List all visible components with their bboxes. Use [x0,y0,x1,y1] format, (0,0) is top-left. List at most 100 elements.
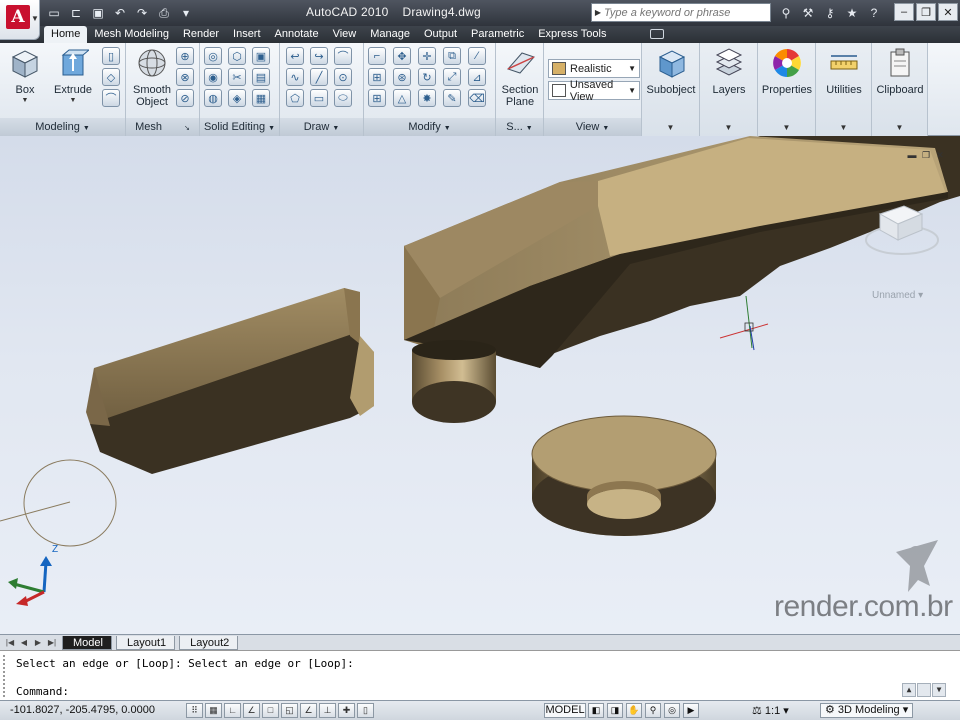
ribbon-minimize-icon[interactable] [650,29,664,39]
thicken-icon[interactable]: ◈ [228,89,246,107]
command-line[interactable]: Select an edge or [Loop]: Select an edge… [0,650,960,700]
panel-utilities[interactable]: Utilities ▼ [816,43,872,136]
tab-annotate[interactable]: Annotate [268,26,326,43]
smooth-object-button[interactable]: Smooth Object [132,47,172,108]
cylinder-solid[interactable] [412,340,496,423]
annotation-scale[interactable]: ⚖ 1:1 ▾ [752,704,789,717]
offset-icon[interactable]: ⧉ [443,47,461,65]
application-menu-button[interactable]: A ▼ [0,0,40,40]
scroll-up-icon[interactable]: ▲ [902,683,916,697]
next-tab-icon[interactable]: ▶ [32,637,44,649]
layout-tab-layout1[interactable]: Layout1 [115,635,176,650]
panel-title-modeling[interactable]: Modeling ▼ [0,118,125,136]
visual-style-dropdown[interactable]: Realistic ▼ [548,59,640,78]
panel-subobject[interactable]: Subobject ▼ [642,43,700,136]
move-icon[interactable]: ✛ [418,47,436,65]
erase-icon[interactable]: ⌫ [468,89,486,107]
model-space-button[interactable]: MODEL [544,703,586,718]
viewport-close-icon[interactable]: ✕ [934,150,946,160]
steering-wheel-icon[interactable]: ◎ [664,703,680,718]
3d-mirror-icon[interactable]: △ [393,89,411,107]
ortho-mode-icon[interactable]: ∟ [224,703,241,718]
last-tab-icon[interactable]: ▶| [46,637,58,649]
grid-display-icon[interactable]: ▦ [205,703,222,718]
viewport-restore-icon[interactable]: ❐ [920,150,932,160]
spline-icon[interactable]: ∿ [286,68,304,86]
mirror-icon[interactable]: ⊿ [468,68,486,86]
viewcube-ucs-menu[interactable]: Unnamed ▾ [872,290,923,301]
align-icon[interactable]: ⊞ [368,68,386,86]
subtract-icon[interactable]: ◉ [204,68,222,86]
tab-render[interactable]: Render [176,26,226,43]
extract-edges-icon[interactable]: ⬡ [228,47,246,65]
quick-view-layouts-icon[interactable]: ◧ [588,703,604,718]
pan-icon[interactable]: ✋ [626,703,642,718]
search-expand-icon[interactable]: ▶ [592,8,604,17]
cursor-coordinates[interactable]: -101.8027, -205.4795, 0.0000 [10,704,155,716]
circle-wireframe[interactable] [0,459,117,547]
subobject-button[interactable]: Subobject [642,47,700,96]
intersect-icon[interactable]: ◍ [204,89,222,107]
rectangular-solid[interactable] [86,288,374,474]
open-icon[interactable]: ⊏ [66,4,86,22]
tab-home[interactable]: Home [44,26,88,43]
binoculars-icon[interactable]: ⚲ [776,3,796,22]
shell-icon[interactable]: ▦ [252,89,270,107]
large-solid[interactable] [404,136,960,368]
match-properties-icon[interactable]: ✎ [443,89,461,107]
3d-move-icon[interactable]: ✥ [393,47,411,65]
extrude-button[interactable]: Extrude ▼ [52,47,94,105]
3d-polyline-icon[interactable]: ↪ [310,47,328,65]
fillet-icon[interactable]: ⌐ [368,47,386,65]
new-icon[interactable]: ▭ [44,4,64,22]
layout-tab-model[interactable]: Model [62,635,112,650]
help-icon[interactable]: ? [864,3,884,22]
showmotion-icon[interactable]: ▶ [683,703,699,718]
viewport-minimize-icon[interactable]: ▬ [906,150,918,160]
scroll-thumb[interactable] [917,683,931,697]
polysolid-icon[interactable]: ▯ [102,47,120,65]
section-plane-button[interactable]: Section Plane [500,47,540,108]
panel-clipboard[interactable]: Clipboard ▼ [872,43,928,136]
panel-title-modify[interactable]: Modify ▼ [364,118,495,136]
3d-array-icon[interactable]: ⊞ [368,89,386,107]
search-input[interactable] [604,6,764,19]
utilities-button[interactable]: Utilities [816,47,872,96]
layout-tab-layout2[interactable]: Layout2 [179,635,239,650]
arc-icon[interactable]: ⌒ [334,47,352,65]
panel-title-mesh[interactable]: Mesh ↘ [126,118,199,136]
properties-button[interactable]: Properties [758,47,816,96]
plot-icon[interactable]: ⎙ [154,4,174,22]
rectangle-icon[interactable]: ▭ [310,89,328,107]
key-icon[interactable]: ⚷ [820,3,840,22]
previous-tab-icon[interactable]: ◀ [18,637,30,649]
drawing-viewport[interactable]: ▬ ❐ ✕ Unnamed ▾ Z render.com.br [0,136,960,634]
named-view-dropdown[interactable]: Unsaved View ▼ [548,79,640,103]
object-snap-tracking-icon[interactable]: ∠ [300,703,317,718]
circle-icon[interactable]: ⊙ [334,68,352,86]
wrench-icon[interactable]: ⚒ [798,3,818,22]
tab-parametric[interactable]: Parametric [464,26,531,43]
extrude-faces-icon[interactable]: ▣ [252,47,270,65]
first-tab-icon[interactable]: |◀ [4,637,16,649]
polygon-icon[interactable]: ⬠ [286,89,304,107]
3d-object-snap-icon[interactable]: ◱ [281,703,298,718]
presspull-icon[interactable]: ◇ [102,68,120,86]
scale-icon[interactable]: ⤢ [443,68,461,86]
zoom-icon[interactable]: ⚲ [645,703,661,718]
mesh-crease-icon[interactable]: ⊗ [176,68,194,86]
explode-icon[interactable]: ✸ [418,89,436,107]
union-icon[interactable]: ◎ [204,47,222,65]
rotate-icon[interactable]: ↻ [418,68,436,86]
separate-icon[interactable]: ▤ [252,68,270,86]
tab-insert[interactable]: Insert [226,26,268,43]
ellipse-icon[interactable]: ⬭ [334,89,352,107]
clipboard-button[interactable]: Clipboard [872,47,928,96]
tab-view[interactable]: View [326,26,364,43]
command-prompt[interactable]: Command: [16,685,69,698]
tab-manage[interactable]: Manage [363,26,417,43]
restore-button[interactable]: ❐ [916,3,936,21]
tab-express-tools[interactable]: Express Tools [531,26,613,43]
slice-icon[interactable]: ✂ [228,68,246,86]
mesh-refine-icon[interactable]: ⊕ [176,47,194,65]
